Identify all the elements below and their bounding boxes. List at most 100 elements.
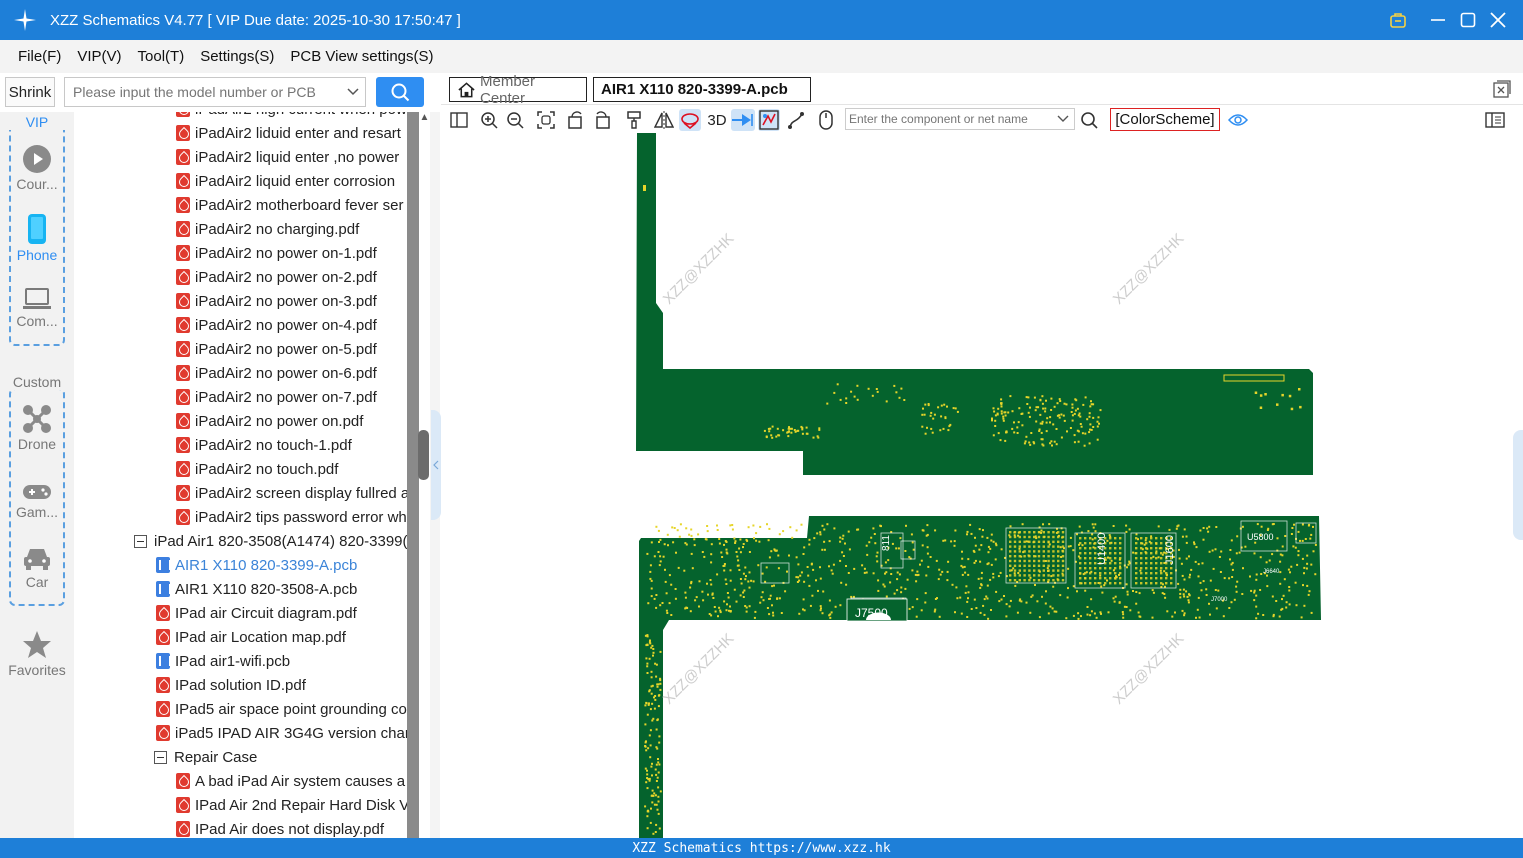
collapse-box-icon[interactable] (134, 534, 147, 548)
pcb-pad (1202, 538, 1205, 541)
tree-pdf-file[interactable]: IPad Air 2nd Repair Hard Disk V (176, 793, 407, 817)
mirror-flip-icon[interactable] (653, 109, 675, 131)
tab-pcb-file[interactable]: AIR1 X110 820-3399-A.pcb (593, 77, 811, 102)
tree-pdf-file[interactable]: iPadAir2 tips password error wh (176, 505, 407, 529)
layer-view-icon[interactable] (679, 109, 701, 131)
pin-arrow-icon[interactable] (731, 109, 755, 131)
net-highlight-icon[interactable] (758, 109, 780, 131)
mouse-mode-icon[interactable] (815, 109, 837, 131)
category-computer[interactable]: Com... (0, 287, 74, 329)
close-all-tabs-icon[interactable] (1493, 80, 1511, 98)
pcb-board-view[interactable]: 811 J7500 U1400 J1600 U5800 J6640 J7000 XZZ@XZZ… (441, 133, 1523, 838)
menu-settings[interactable]: Settings(S) (192, 48, 282, 65)
zoom-out-icon[interactable] (504, 109, 526, 131)
menu-tool[interactable]: Tool(T) (130, 48, 193, 65)
tree-pdf-file[interactable]: iPad5 IPAD AIR 3G4G version chan (156, 721, 407, 745)
tree-pdf-file[interactable]: IPad5 air space point grounding co (156, 697, 407, 721)
component-search-icon[interactable] (1078, 109, 1100, 131)
category-courses[interactable]: Cour... (0, 144, 74, 192)
model-search-input[interactable] (65, 78, 341, 106)
rotate-right-icon[interactable] (591, 109, 613, 131)
tree-pdf-file[interactable]: iPadAir2 no power on-3.pdf (176, 289, 377, 313)
fit-view-icon[interactable] (535, 109, 557, 131)
collapse-panel-handle[interactable] (431, 410, 441, 520)
visibility-eye-icon[interactable] (1227, 109, 1249, 131)
pcb-pad (1058, 398, 1061, 401)
chevron-down-icon[interactable] (1052, 115, 1074, 123)
tree-pdf-file[interactable]: iPadAir2 no power on-4.pdf (176, 313, 377, 337)
tree-pdf-file[interactable]: A bad iPad Air system causes a (176, 769, 405, 793)
maximize-icon[interactable] (1453, 0, 1483, 40)
tree-folder[interactable]: iPad Air1 820-3508(A1474) 820-3399( (134, 529, 407, 553)
tree-pdf-file[interactable]: iPadAir2 liquid enter ,no power (176, 145, 399, 169)
tree-pdf-file[interactable]: IPad air Circuit diagram.pdf (156, 601, 357, 625)
tree-folder[interactable]: Repair Case (154, 745, 257, 769)
pcb-canvas[interactable]: 811 J7500 U1400 J1600 U5800 J6640 J7000 XZZ@XZZ… (441, 133, 1523, 838)
chevron-down-icon[interactable] (341, 88, 365, 96)
tree-pdf-file[interactable]: IPad Air does not display.pdf (176, 817, 384, 838)
scroll-up-arrow-icon[interactable]: ▲ (419, 112, 430, 128)
pcb-pad (771, 436, 774, 439)
pcb-pad (1138, 615, 1141, 618)
pcb-pad (882, 583, 885, 586)
tree-pdf-file[interactable]: iPadAir2 liduid enter and resart (176, 121, 401, 145)
minimize-icon[interactable] (1423, 0, 1453, 40)
search-button[interactable] (376, 77, 424, 107)
side-panel-toggle-icon[interactable] (1484, 109, 1506, 131)
menu-pcb-view-settings[interactable]: PCB View settings(S) (282, 48, 441, 65)
category-games[interactable]: Gam... (0, 482, 74, 520)
collapse-box-icon[interactable] (154, 750, 167, 764)
tree-pcb-file[interactable]: IPad air1-wifi.pcb (156, 649, 290, 673)
component-search-input[interactable] (846, 112, 1052, 126)
tree-pdf-file[interactable]: IPad air Location map.pdf (156, 625, 346, 649)
shrink-button[interactable]: Shrink (5, 77, 55, 107)
menu-vip[interactable]: VIP(V) (69, 48, 129, 65)
tree-pdf-file[interactable]: iPadAir2 liquid enter corrosion (176, 169, 395, 193)
model-search-combo[interactable] (64, 77, 366, 107)
category-drone[interactable]: Drone (0, 404, 74, 452)
component-search-combo[interactable] (845, 108, 1075, 130)
tree-pdf-file[interactable]: iPadAir2 no power on-2.pdf (176, 265, 377, 289)
tree-pdf-file[interactable]: iPadAir2 no touch.pdf (176, 457, 338, 481)
menu-file[interactable]: File(F) (10, 48, 69, 65)
paint-brush-icon[interactable] (623, 109, 645, 131)
tree-pdf-file[interactable]: iPadAir2 no power on-7.pdf (176, 385, 377, 409)
pcb-pad (769, 427, 772, 430)
tree-pcb-file[interactable]: AIR1 X110 820-3508-A.pcb (156, 577, 357, 601)
tree-pdf-file[interactable]: iPadAir2 no power on.pdf (176, 409, 363, 433)
color-scheme-button[interactable]: [ColorScheme] (1110, 108, 1220, 131)
tree-pdf-file[interactable]: iPadAir2 high current when power (176, 112, 407, 121)
tab-member-center[interactable]: Member Center (449, 73, 587, 107)
pcb-pad (739, 578, 742, 580)
category-car[interactable]: Car (0, 546, 74, 590)
tree-pdf-file[interactable]: iPadAir2 screen display fullred a (176, 481, 407, 505)
right-panel-handle[interactable] (1513, 430, 1523, 540)
tree-pcb-file[interactable]: AIR1 X110 820-3399-A.pcb (156, 553, 357, 577)
tree-pdf-file[interactable]: iPadAir2 motherboard fever ser (176, 193, 403, 217)
pcb-pad (1161, 592, 1164, 595)
file-tree[interactable]: iPadAir2 high current when power iPadAir2… (74, 112, 407, 838)
rotate-left-icon[interactable] (565, 109, 587, 131)
vip-bag-icon[interactable] (1383, 0, 1413, 40)
split-view-icon[interactable] (448, 109, 470, 131)
pcb-bga-ball (1023, 550, 1026, 553)
pcb-pad (889, 581, 892, 584)
tab-label: AIR1 X110 820-3399-A.pcb (601, 81, 788, 98)
close-window-icon[interactable] (1483, 0, 1513, 40)
category-phone[interactable]: Phone (0, 213, 74, 263)
pcb-pad (655, 803, 658, 806)
pcb-pad (848, 548, 851, 551)
tree-pdf-file[interactable]: iPadAir2 no charging.pdf (176, 217, 359, 241)
tree-pdf-file[interactable]: iPadAir2 no power on-6.pdf (176, 361, 377, 385)
category-label: Phone (16, 247, 58, 263)
tree-pdf-file[interactable]: IPad solution ID.pdf (156, 673, 306, 697)
category-favorites[interactable]: Favorites (0, 630, 74, 678)
trace-route-icon[interactable] (785, 109, 807, 131)
3d-view-button[interactable]: 3D (705, 109, 729, 131)
tree-pdf-file[interactable]: iPadAir2 no touch-1.pdf (176, 433, 352, 457)
zoom-in-icon[interactable] (478, 109, 500, 131)
pcb-pad (797, 429, 800, 432)
tree-pdf-file[interactable]: iPadAir2 no power on-5.pdf (176, 337, 377, 361)
tree-pdf-file[interactable]: iPadAir2 no power on-1.pdf (176, 241, 377, 265)
tree-scrollbar-thumb[interactable] (418, 430, 429, 480)
